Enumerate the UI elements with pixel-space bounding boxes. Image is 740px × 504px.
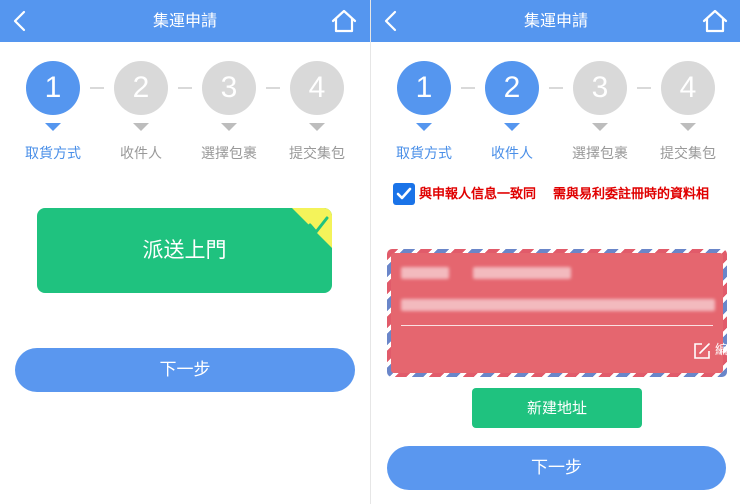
next-step-button[interactable]: 下一步 — [387, 446, 726, 490]
step-3: 3 — [202, 61, 256, 131]
step-number: 2 — [114, 61, 168, 115]
new-address-button[interactable]: 新建地址 — [472, 388, 642, 428]
step-pointer-icon — [45, 123, 61, 131]
step-pointer-icon — [504, 123, 520, 131]
redacted-phone — [473, 267, 571, 279]
page-title: 集運申請 — [523, 11, 588, 30]
header-bar: 集運申請 — [371, 0, 740, 42]
home-icon[interactable] — [330, 7, 358, 35]
step-1: 1 — [397, 61, 451, 131]
step-number: 1 — [26, 61, 80, 115]
step-pointer-icon — [592, 123, 608, 131]
same-as-declarant-label: 與申報人信息一致同 — [419, 187, 537, 202]
checkbox-checked-icon[interactable] — [393, 183, 415, 205]
step-3-label: 選擇包裹 — [572, 146, 628, 162]
step-pointer-icon — [309, 123, 325, 131]
step-4-label: 提交集包 — [289, 146, 345, 162]
redacted-address — [401, 299, 715, 311]
step-4: 4 — [661, 61, 715, 131]
address-card-body: 編輯 — [391, 253, 740, 373]
step-1-label: 取貨方式 — [25, 146, 81, 162]
address-card[interactable]: 編輯 — [387, 249, 740, 377]
check-icon — [292, 208, 332, 248]
step-4: 4 — [290, 61, 344, 131]
next-step-button[interactable]: 下一步 — [15, 348, 355, 392]
redacted-name — [401, 267, 449, 279]
delivery-option-label: 派送上門 — [142, 238, 227, 262]
edit-icon — [694, 343, 710, 359]
step-divider — [549, 87, 563, 89]
step-2: 2 — [485, 61, 539, 131]
step-number: 3 — [202, 61, 256, 115]
step-number: 1 — [397, 61, 451, 115]
step-1-label: 取貨方式 — [396, 146, 452, 162]
header-bar: 集運申請 — [0, 0, 370, 42]
page-title: 集運申請 — [152, 11, 217, 30]
step-number: 2 — [485, 61, 539, 115]
step-divider — [461, 87, 475, 89]
screen-pickup-method: 集運申請 1 2 3 4 取貨方式 收件人 選擇包裹 提交集包 派送上門 下一步 — [0, 0, 370, 504]
step-number: 4 — [661, 61, 715, 115]
step-pointer-icon — [680, 123, 696, 131]
step-3: 3 — [573, 61, 627, 131]
step-divider — [266, 87, 280, 89]
step-divider — [90, 87, 104, 89]
step-2-label: 收件人 — [491, 146, 533, 162]
address-divider — [401, 325, 713, 326]
step-number: 3 — [573, 61, 627, 115]
step-4-label: 提交集包 — [660, 146, 716, 162]
step-3-label: 選擇包裹 — [201, 146, 257, 162]
registration-note: 需與易利委註冊時的資料相 — [553, 187, 710, 202]
step-number: 4 — [290, 61, 344, 115]
step-divider — [178, 87, 192, 89]
home-icon[interactable] — [701, 7, 729, 35]
step-1: 1 — [26, 61, 80, 131]
step-divider — [637, 87, 651, 89]
step-2: 2 — [114, 61, 168, 131]
delivery-option-card[interactable]: 派送上門 — [37, 208, 332, 293]
step-2-label: 收件人 — [120, 146, 162, 162]
step-pointer-icon — [221, 123, 237, 131]
step-pointer-icon — [416, 123, 432, 131]
step-pointer-icon — [133, 123, 149, 131]
screen-recipient: 集運申請 1 2 3 4 取貨方式 收件人 選擇包裹 提交集包 與申報人信息一致… — [370, 0, 740, 504]
edit-label: 編輯 — [715, 343, 740, 358]
